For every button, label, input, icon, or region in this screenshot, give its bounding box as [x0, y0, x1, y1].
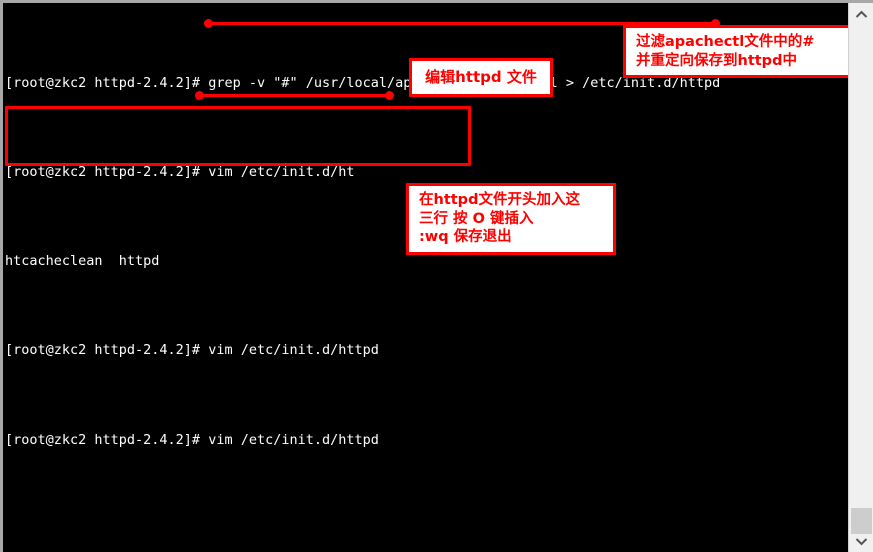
underline-vim-dot-left	[195, 91, 204, 100]
scroll-up-icon[interactable]	[849, 3, 873, 25]
chevron-up-icon	[855, 10, 868, 18]
annotation-insert-note: 在httpd文件开头加入这 三行 按 O 键插入 :wq 保存退出	[406, 183, 616, 255]
terminal-line-command-3: [root@zkc2 httpd-2.4.2]# vim /etc/init.d…	[5, 339, 848, 361]
prompt-2: [root@zkc2 httpd-2.4.2]#	[5, 164, 209, 181]
command-2: vim /etc/init.d/ht	[208, 164, 355, 181]
prompt-4: [root@zkc2 httpd-2.4.2]#	[5, 431, 209, 448]
completion-candidates: htcacheclean httpd	[5, 253, 160, 270]
command-4: vim /etc/init.d/httpd	[208, 431, 379, 448]
vertical-scrollbar[interactable]	[848, 3, 873, 552]
scroll-down-icon[interactable]	[849, 530, 873, 552]
prompt-3: [root@zkc2 httpd-2.4.2]#	[5, 342, 209, 359]
underline-vim-dot-right	[385, 91, 394, 100]
prompt-1: [root@zkc2 httpd-2.4.2]#	[5, 74, 209, 91]
chevron-down-icon	[855, 537, 868, 545]
underline-grep-dot-left	[204, 19, 213, 28]
scrollbar-track[interactable]	[849, 25, 873, 530]
terminal-window: [root@zkc2 httpd-2.4.2]# grep -v "#" /us…	[0, 0, 873, 552]
command-3: vim /etc/init.d/httpd	[208, 342, 379, 359]
annotation-edit-note: 编辑httpd 文件	[409, 58, 553, 98]
terminal-line-command-4: [root@zkc2 httpd-2.4.2]# vim /etc/init.d…	[5, 429, 848, 451]
terminal-line-command-2: [root@zkc2 httpd-2.4.2]# vim /etc/init.d…	[5, 161, 848, 183]
underline-vim-command	[199, 94, 389, 97]
annotation-filter-note: 过滤apachectl文件中的# 并重定向保存到httpd中	[623, 25, 851, 79]
